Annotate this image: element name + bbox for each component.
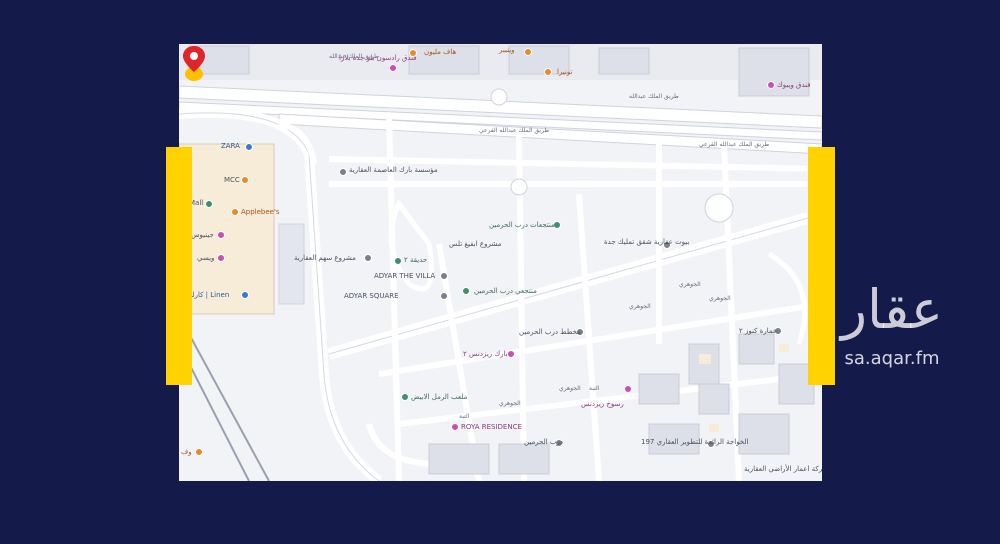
building-icon[interactable] (339, 168, 347, 176)
cafe-icon[interactable] (409, 49, 417, 57)
street-label: الجوهري (629, 303, 651, 310)
building-icon[interactable] (440, 292, 448, 300)
poi-label[interactable]: عمارة كنوز ٢ (739, 327, 777, 336)
poi-label[interactable]: تونيرا (557, 68, 572, 77)
poi-label[interactable]: حديقة ٢ (404, 256, 427, 265)
accent-bar-left (166, 147, 192, 385)
building-icon[interactable] (440, 272, 448, 280)
street-map (179, 44, 822, 481)
road-label: طريق الملك عبدالله الفرعي (479, 127, 550, 134)
map-view[interactable]: طريق الملك عبدالله طريق الملك عبدالله طر… (179, 44, 822, 481)
park-icon[interactable] (462, 287, 470, 295)
poi-label[interactable]: رسوخ ريزدنس (581, 400, 624, 409)
location-pin-icon[interactable] (179, 44, 209, 84)
restaurant-icon[interactable] (231, 208, 239, 216)
poi-label[interactable]: مؤسسة بارك العاصمة العقارية (349, 166, 438, 175)
watermark-url: sa.aqar.fm (844, 348, 940, 369)
park-icon[interactable] (394, 257, 402, 265)
poi-label[interactable]: ملعب الرمل الابيض (411, 393, 467, 402)
street-label: الجوهري (709, 295, 731, 302)
watermark-logo: عقار (840, 278, 944, 341)
poi-label[interactable]: منتجعي درب الحرمين (474, 287, 537, 296)
restaurant-icon[interactable] (524, 48, 532, 56)
poi-label[interactable]: ويسي (197, 254, 214, 263)
poi-label[interactable]: جينيوس (191, 231, 214, 240)
poi-label[interactable]: شركة اعمار الأراضي العقارية (744, 465, 822, 474)
shopping-icon[interactable] (245, 143, 253, 151)
poi-label[interactable]: منتجعات درب الحرمين (489, 221, 555, 230)
restaurant-icon[interactable] (544, 68, 552, 76)
poi-label[interactable]: ZARA (221, 142, 240, 151)
building-icon[interactable] (364, 254, 372, 262)
poi-label[interactable]: بارك ريزدنس ٢ (463, 350, 508, 359)
poi-label[interactable]: مشروع سهم العقارية (294, 254, 356, 263)
street-label: التبة (589, 385, 600, 392)
poi-label[interactable]: مشروع ابفيغ تلس (449, 240, 501, 249)
residence-icon[interactable] (451, 423, 459, 431)
road-label: طريق الملك عبدالله الفرعي (699, 141, 770, 148)
poi-label[interactable]: بيوت عقارية شقق تمليك جدة (604, 238, 689, 247)
residence-icon[interactable] (624, 385, 632, 393)
poi-label[interactable]: ADYAR THE VILLA (374, 272, 435, 281)
restaurant-icon[interactable] (195, 448, 203, 456)
shopping-icon[interactable] (241, 291, 249, 299)
poi-label[interactable]: وف (181, 448, 192, 457)
poi-label[interactable]: مخطط درب الحرمين (519, 328, 581, 337)
street-label: الجوهري (559, 385, 581, 392)
residence-icon[interactable] (507, 350, 515, 358)
shopping-icon[interactable] (217, 231, 225, 239)
shopping-icon[interactable] (217, 254, 225, 262)
street-label: الجوهري (499, 400, 521, 407)
street-label: الجوهري (679, 281, 701, 288)
poi-label[interactable]: هاف مليون (424, 48, 456, 57)
street-label: التبة (459, 413, 470, 420)
poi-label[interactable]: ADYAR SQUARE (344, 292, 399, 301)
poi-label[interactable]: فندق رادسون بلو جدة بلازا (339, 54, 417, 63)
poi-label[interactable]: الخواجة الرائدة للتطوير العقاري 197 (641, 438, 748, 447)
poi-label[interactable]: ROYA RESIDENCE (461, 423, 522, 432)
poi-label[interactable]: وينيبر (499, 46, 515, 55)
poi-label[interactable]: Applebee's (241, 208, 280, 217)
poi-label[interactable]: درب الحرمين (524, 438, 563, 447)
poi-label[interactable]: MCC (224, 176, 240, 185)
listing-map-image: طريق الملك عبدالله طريق الملك عبدالله طر… (0, 0, 1000, 544)
hotel-icon[interactable] (767, 81, 775, 89)
road-label: طريق الملك عبدالله (629, 93, 679, 100)
shopping-icon[interactable] (205, 200, 213, 208)
hotel-icon[interactable] (389, 64, 397, 72)
poi-label[interactable]: فندق ويبوك (777, 81, 811, 90)
shopping-icon[interactable] (241, 176, 249, 184)
park-icon[interactable] (401, 393, 409, 401)
